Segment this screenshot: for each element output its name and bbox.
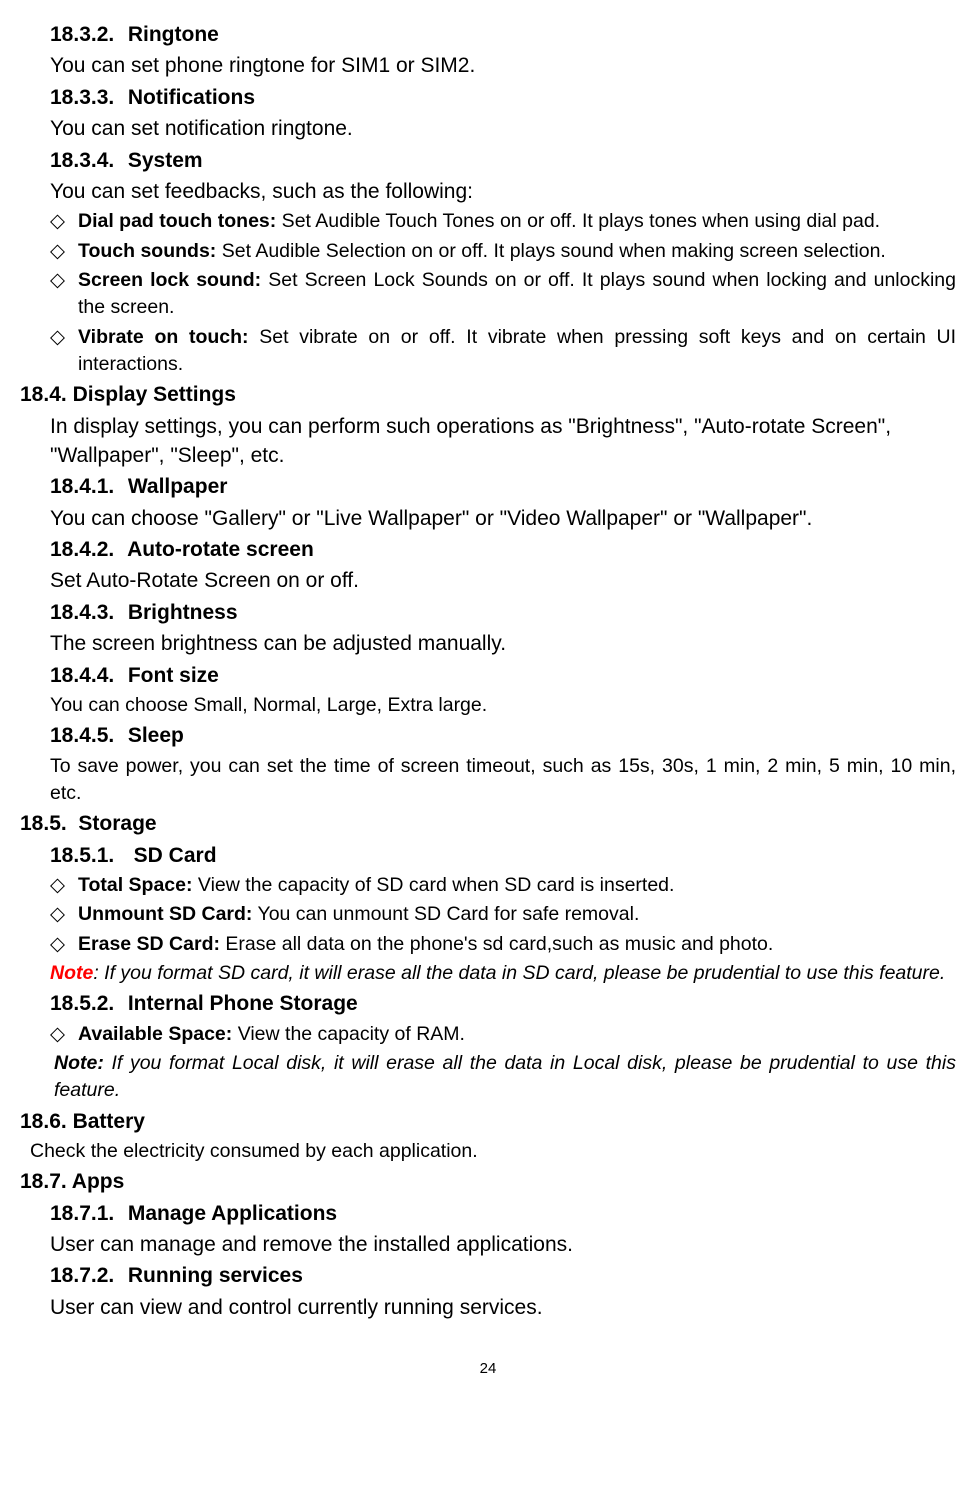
list-item-text: Erase all data on the phone's sd card,su… bbox=[220, 933, 773, 955]
note-text: : If you format SD card, it will erase a… bbox=[93, 962, 945, 984]
heading-18-5-1: 18.5.1. SD Card bbox=[50, 841, 956, 870]
heading-title: Storage bbox=[78, 812, 156, 835]
list-item-label: Unmount SD Card: bbox=[78, 903, 252, 925]
heading-number: 18.5.2. bbox=[50, 989, 122, 1018]
list-item-text: Set Audible Touch Tones on or off. It pl… bbox=[276, 210, 880, 232]
body-18-6: Check the electricity consumed by each a… bbox=[30, 1138, 956, 1165]
heading-number: 18.7. bbox=[20, 1170, 67, 1193]
diamond-icon: ◇ bbox=[50, 901, 78, 928]
note-prefix: Note bbox=[50, 962, 93, 984]
note-text: If you format Local disk, it will erase … bbox=[54, 1052, 956, 1101]
list-item: ◇ Vibrate on touch: Set vibrate on or of… bbox=[50, 324, 956, 379]
body-18-4-4: You can choose Small, Normal, Large, Ext… bbox=[50, 692, 956, 719]
heading-18-4-4: 18.4.4. Font size bbox=[50, 661, 956, 690]
heading-number: 18.4.5. bbox=[50, 721, 122, 750]
heading-title: Manage Applications bbox=[128, 1202, 337, 1225]
heading-number: 18.7.1. bbox=[50, 1199, 122, 1228]
note-sd-card: Note: If you format SD card, it will era… bbox=[50, 960, 956, 987]
heading-18-7: 18.7. Apps bbox=[20, 1167, 956, 1196]
heading-title: Auto-rotate screen bbox=[127, 538, 314, 561]
body-18-7-2: User can view and control currently runn… bbox=[50, 1293, 956, 1322]
diamond-icon: ◇ bbox=[50, 872, 78, 899]
diamond-icon: ◇ bbox=[50, 931, 78, 958]
heading-18-5: 18.5. Storage bbox=[20, 809, 956, 838]
heading-18-6: 18.6. Battery bbox=[20, 1107, 956, 1136]
list-item-label: Dial pad touch tones: bbox=[78, 210, 276, 232]
heading-title: Display Settings bbox=[73, 383, 236, 406]
heading-title: Internal Phone Storage bbox=[128, 992, 358, 1015]
list-item-label: Available Space: bbox=[78, 1023, 232, 1045]
diamond-icon: ◇ bbox=[50, 267, 78, 322]
heading-number: 18.4.4. bbox=[50, 661, 122, 690]
page-number: 24 bbox=[20, 1358, 956, 1379]
heading-18-5-2: 18.5.2. Internal Phone Storage bbox=[50, 989, 956, 1018]
body-18-4-1: You can choose "Gallery" or "Live Wallpa… bbox=[50, 504, 956, 533]
list-item: ◇ Erase SD Card: Erase all data on the p… bbox=[50, 931, 956, 958]
list-item-text: You can unmount SD Card for safe removal… bbox=[252, 903, 639, 925]
diamond-icon: ◇ bbox=[50, 324, 78, 379]
heading-18-3-3: 18.3.3. Notifications bbox=[50, 83, 956, 112]
heading-number: 18.5. bbox=[20, 812, 67, 835]
list-item: ◇ Touch sounds: Set Audible Selection on… bbox=[50, 238, 956, 265]
heading-number: 18.7.2. bbox=[50, 1261, 122, 1290]
heading-title: Running services bbox=[128, 1264, 303, 1287]
diamond-icon: ◇ bbox=[50, 1021, 78, 1048]
heading-18-3-2: 18.3.2. Ringtone bbox=[50, 20, 956, 49]
heading-title: Sleep bbox=[128, 724, 184, 747]
body-18-4-5: To save power, you can set the time of s… bbox=[50, 753, 956, 808]
heading-18-7-2: 18.7.2. Running services bbox=[50, 1261, 956, 1290]
list-item-label: Vibrate on touch: bbox=[78, 326, 249, 348]
heading-title: System bbox=[128, 149, 203, 172]
heading-title: Font size bbox=[128, 664, 219, 687]
body-18-3-4: You can set feedbacks, such as the follo… bbox=[50, 177, 956, 206]
note-prefix: Note: bbox=[54, 1052, 104, 1074]
heading-number: 18.3.4. bbox=[50, 146, 122, 175]
list-item-text: Set Audible Selection on or off. It play… bbox=[216, 240, 886, 262]
body-18-7-1: User can manage and remove the installed… bbox=[50, 1230, 956, 1259]
list-item-label: Erase SD Card: bbox=[78, 933, 220, 955]
heading-number: 18.6. bbox=[20, 1110, 67, 1133]
heading-title: Battery bbox=[73, 1110, 145, 1133]
list-item: ◇ Total Space: View the capacity of SD c… bbox=[50, 872, 956, 899]
heading-18-4-3: 18.4.3. Brightness bbox=[50, 598, 956, 627]
heading-number: 18.4.1. bbox=[50, 472, 122, 501]
body-18-3-2: You can set phone ringtone for SIM1 or S… bbox=[50, 51, 956, 80]
heading-18-7-1: 18.7.1. Manage Applications bbox=[50, 1199, 956, 1228]
heading-number: 18.3.2. bbox=[50, 20, 122, 49]
body-18-4: In display settings, you can perform suc… bbox=[50, 412, 956, 471]
body-18-4-2: Set Auto-Rotate Screen on or off. bbox=[50, 566, 956, 595]
heading-18-4-1: 18.4.1. Wallpaper bbox=[50, 472, 956, 501]
list-item: ◇ Unmount SD Card: You can unmount SD Ca… bbox=[50, 901, 956, 928]
list-item-label: Touch sounds: bbox=[78, 240, 216, 262]
heading-number: 18.5.1. bbox=[50, 841, 122, 870]
diamond-icon: ◇ bbox=[50, 238, 78, 265]
list-item-label: Total Space: bbox=[78, 874, 193, 896]
heading-title: SD Card bbox=[134, 844, 217, 867]
list-item: ◇ Screen lock sound: Set Screen Lock Sou… bbox=[50, 267, 956, 322]
heading-18-3-4: 18.3.4. System bbox=[50, 146, 956, 175]
heading-number: 18.4.3. bbox=[50, 598, 122, 627]
body-18-3-3: You can set notification ringtone. bbox=[50, 114, 956, 143]
list-item-label: Screen lock sound: bbox=[78, 269, 261, 291]
note-internal-storage: Note: If you format Local disk, it will … bbox=[54, 1050, 956, 1105]
list-item: ◇ Available Space: View the capacity of … bbox=[50, 1021, 956, 1048]
heading-number: 18.4.2. bbox=[50, 535, 122, 564]
list-item-text: View the capacity of RAM. bbox=[232, 1023, 465, 1045]
heading-18-4: 18.4. Display Settings bbox=[20, 380, 956, 409]
list-item: ◇ Dial pad touch tones: Set Audible Touc… bbox=[50, 208, 956, 235]
heading-title: Notifications bbox=[128, 86, 255, 109]
heading-title: Apps bbox=[72, 1170, 125, 1193]
heading-number: 18.3.3. bbox=[50, 83, 122, 112]
body-18-4-3: The screen brightness can be adjusted ma… bbox=[50, 629, 956, 658]
diamond-icon: ◇ bbox=[50, 208, 78, 235]
heading-title: Brightness bbox=[128, 601, 238, 624]
list-item-text: View the capacity of SD card when SD car… bbox=[193, 874, 675, 896]
heading-18-4-5: 18.4.5. Sleep bbox=[50, 721, 956, 750]
heading-title: Wallpaper bbox=[128, 475, 228, 498]
heading-18-4-2: 18.4.2. Auto-rotate screen bbox=[50, 535, 956, 564]
heading-number: 18.4. bbox=[20, 383, 67, 406]
heading-title: Ringtone bbox=[128, 23, 219, 46]
